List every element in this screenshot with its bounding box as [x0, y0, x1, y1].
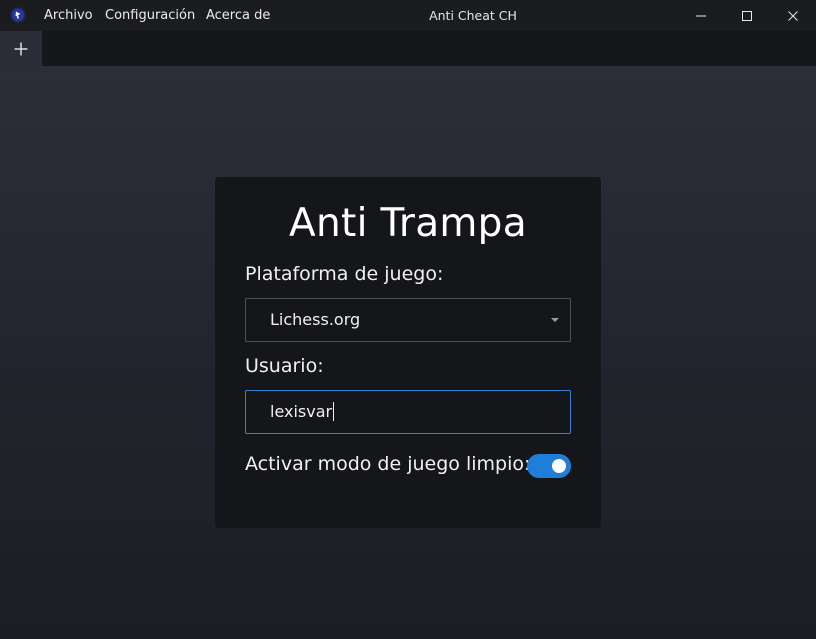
new-tab-button[interactable] — [0, 31, 42, 66]
minimize-icon — [696, 15, 706, 16]
close-button[interactable] — [770, 0, 816, 31]
toggle-knob — [552, 459, 566, 473]
chevron-down-icon — [551, 318, 559, 322]
username-input[interactable]: lexisvar — [245, 390, 571, 434]
username-input-value: lexisvar — [270, 402, 333, 421]
page-title: Anti Trampa — [289, 201, 527, 246]
fair-play-toggle[interactable] — [527, 454, 571, 478]
plus-icon — [14, 42, 28, 55]
fair-play-label: Activar modo de juego limpio: — [245, 453, 531, 475]
user-label: Usuario: — [245, 355, 324, 377]
tab-strip — [0, 31, 816, 66]
title-bar: Archivo Configuración Acerca de Anti Che… — [0, 0, 816, 31]
maximize-icon — [742, 10, 752, 21]
text-cursor — [333, 402, 335, 421]
platform-label: Plataforma de juego: — [245, 263, 444, 285]
maximize-button[interactable] — [724, 0, 770, 31]
platform-select[interactable]: Lichess.org — [245, 298, 571, 342]
anti-cheat-card: Anti Trampa Plataforma de juego: Lichess… — [215, 177, 601, 528]
close-icon — [788, 10, 798, 21]
minimize-button[interactable] — [678, 0, 724, 31]
platform-select-value: Lichess.org — [270, 310, 361, 329]
